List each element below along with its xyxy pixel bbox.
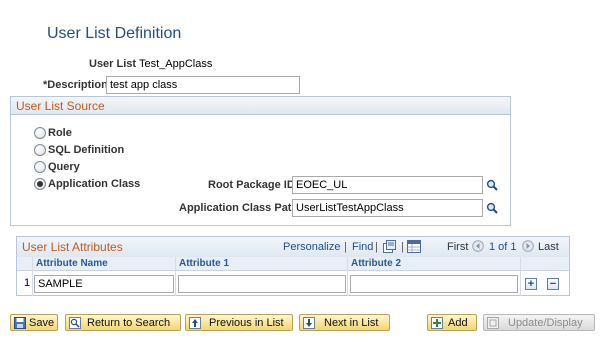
grid-title: User List Attributes — [22, 240, 123, 254]
description-label: *Description — [43, 79, 108, 91]
save-button[interactable]: Save — [10, 314, 58, 331]
radio-role-label: Role — [48, 127, 72, 139]
next-row-icon[interactable] — [522, 240, 534, 252]
radio-sql-definition[interactable] — [34, 144, 46, 156]
row-number: 1 — [24, 277, 31, 289]
column-attribute-name: Attribute Name — [36, 258, 108, 269]
add-icon — [431, 317, 443, 329]
user-list-label: User List — [89, 58, 137, 70]
user-list-source-group: User List Source Role SQL Definition Que… — [10, 96, 511, 226]
previous-in-list-button[interactable]: Previous in List — [185, 314, 293, 331]
add-button[interactable]: Add — [427, 314, 477, 331]
first-label: First — [447, 241, 469, 253]
root-package-field[interactable]: EOEC_UL — [292, 176, 483, 194]
grid-header: User List Attributes Personalize | Find … — [17, 237, 569, 258]
find-link[interactable]: Find — [352, 241, 373, 253]
user-list-attributes-grid: User List Attributes Personalize | Find … — [16, 236, 570, 296]
app-class-path-label: Application Class Path — [179, 202, 299, 214]
table-row: 1 SAMPLE + − — [17, 271, 569, 295]
attribute-name-field[interactable]: SAMPLE — [34, 275, 174, 293]
return-to-search-icon — [69, 317, 81, 329]
column-attribute-1: Attribute 1 — [179, 258, 229, 269]
page-title: User List Definition — [47, 25, 182, 42]
separator: | — [344, 241, 347, 253]
user-list-value: Test_AppClass — [139, 58, 213, 70]
root-package-label: Root Package ID — [208, 179, 295, 191]
previous-in-list-icon — [189, 317, 201, 329]
radio-application-class-label: Application Class — [48, 178, 141, 190]
column-header-row: Attribute Name Attribute 1 Attribute 2 — [17, 257, 569, 271]
previous-row-icon[interactable] — [472, 240, 484, 252]
next-in-list-button[interactable]: Next in List — [299, 314, 390, 331]
app-class-path-field[interactable]: UserListTestAppClass — [292, 199, 483, 217]
radio-query-label: Query — [48, 161, 80, 173]
view-all-icon[interactable] — [383, 240, 397, 253]
separator: | — [401, 241, 404, 253]
return-to-search-button[interactable]: Return to Search — [65, 314, 181, 331]
user-list-source-title: User List Source — [16, 99, 105, 113]
radio-query[interactable] — [34, 161, 46, 173]
app-class-path-lookup-icon[interactable] — [486, 202, 498, 214]
radio-sql-definition-label: SQL Definition — [48, 144, 125, 156]
next-in-list-icon — [303, 317, 315, 329]
user-list-source-header: User List Source — [11, 97, 510, 115]
delete-row-button[interactable]: − — [547, 278, 559, 290]
root-package-lookup-icon[interactable] — [486, 179, 498, 191]
save-icon — [14, 317, 26, 329]
last-label: Last — [538, 241, 559, 253]
separator: | — [375, 241, 378, 253]
personalize-link[interactable]: Personalize — [283, 241, 340, 253]
update-display-icon — [487, 317, 499, 329]
update-display-button[interactable]: Update/Display — [483, 314, 595, 331]
description-field[interactable]: test app class — [106, 76, 300, 94]
row-range: 1 of 1 — [489, 241, 517, 253]
column-attribute-2: Attribute 2 — [351, 258, 401, 269]
radio-application-class[interactable] — [34, 178, 46, 190]
add-row-button[interactable]: + — [525, 278, 537, 290]
radio-role[interactable] — [34, 127, 46, 139]
attribute-1-field[interactable] — [178, 275, 346, 293]
download-grid-icon[interactable] — [407, 240, 421, 253]
attribute-2-field[interactable] — [350, 275, 518, 293]
